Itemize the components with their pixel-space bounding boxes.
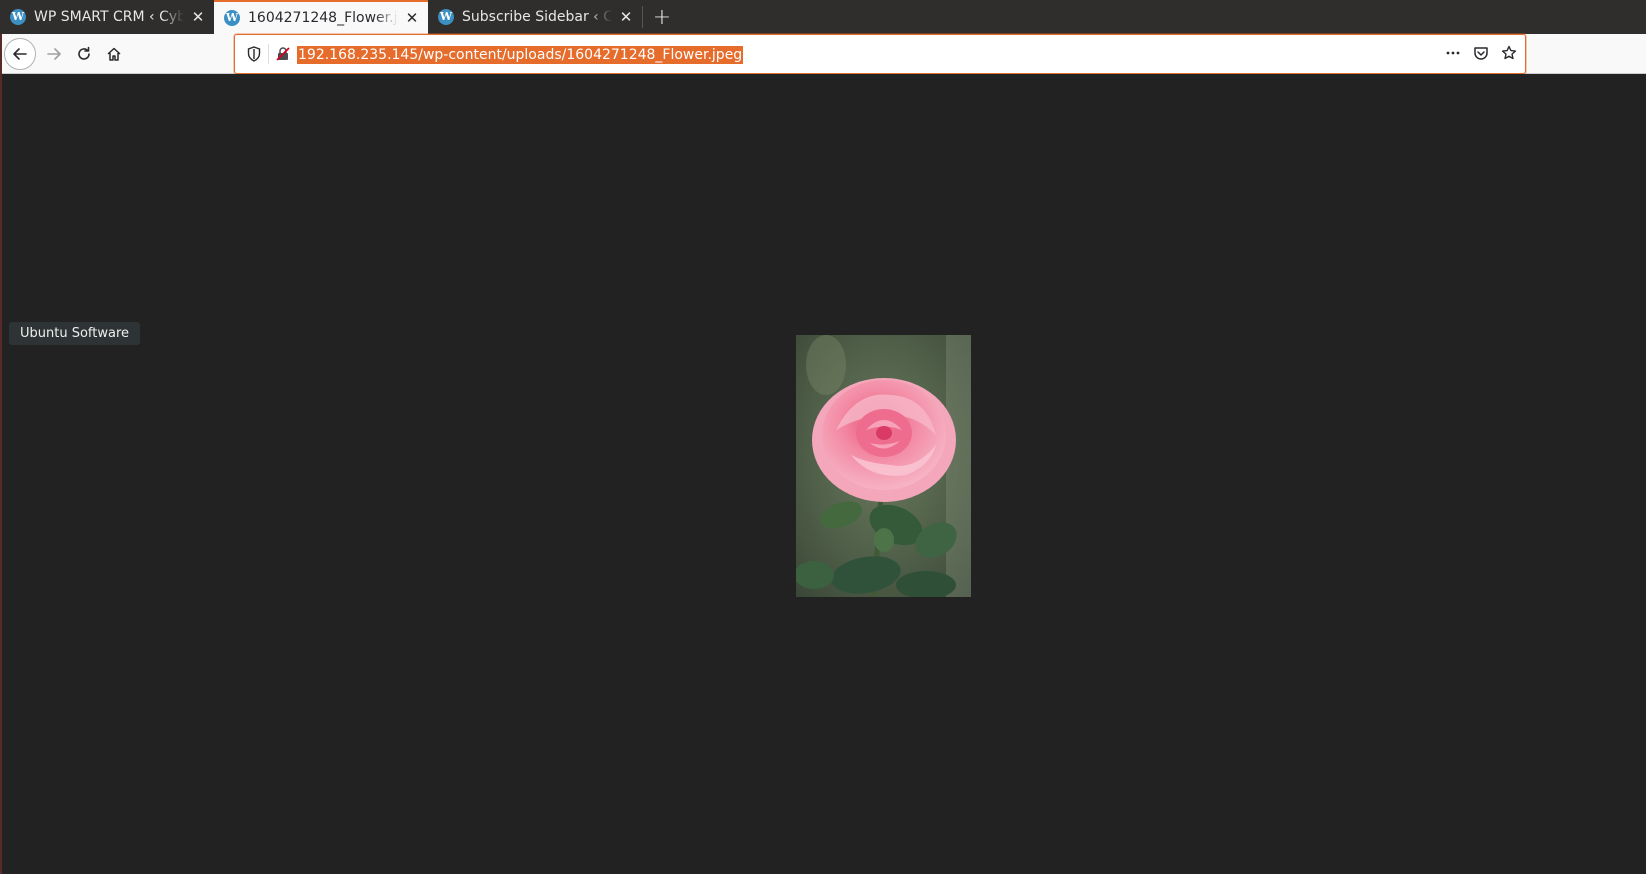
tab-wp-smart-crm[interactable]: W WP SMART CRM ‹ CyberP ✕ <box>0 0 214 34</box>
close-icon[interactable]: ✕ <box>190 9 206 25</box>
reload-button[interactable] <box>68 38 100 70</box>
wordpress-icon: W <box>224 10 240 26</box>
more-actions-icon[interactable] <box>1445 45 1461 61</box>
pocket-icon[interactable] <box>1473 45 1489 61</box>
pink-rose-image[interactable] <box>796 335 971 597</box>
forward-button[interactable] <box>38 38 70 70</box>
window-left-edge <box>0 34 2 874</box>
url-text[interactable]: 192.168.235.145/wp-content/uploads/16042… <box>297 46 744 64</box>
wordpress-icon: W <box>10 9 26 25</box>
tab-title: Subscribe Sidebar ‹ Cybe <box>462 9 612 25</box>
tab-strip: W WP SMART CRM ‹ CyberP ✕ W 1604271248_F… <box>0 0 1646 34</box>
tab-title: 1604271248_Flower.jpeg <box>248 10 398 26</box>
reload-icon <box>78 46 90 60</box>
back-button[interactable] <box>4 38 36 70</box>
navigation-toolbar: 192.168.235.145/wp-content/uploads/16042… <box>0 34 1646 74</box>
home-button[interactable] <box>98 38 130 70</box>
tab-flower-jpeg[interactable]: W 1604271248_Flower.jpeg ✕ <box>214 0 428 34</box>
tab-separator <box>642 6 643 28</box>
arrow-right-icon <box>47 48 61 60</box>
new-tab-button[interactable]: + <box>647 0 677 34</box>
page-actions <box>1445 45 1517 61</box>
insecure-connection-icon[interactable] <box>275 46 291 62</box>
close-icon[interactable]: ✕ <box>618 9 634 25</box>
close-icon[interactable]: ✕ <box>404 10 420 26</box>
url-bar[interactable]: 192.168.235.145/wp-content/uploads/16042… <box>234 34 1526 74</box>
tab-subscribe-sidebar[interactable]: W Subscribe Sidebar ‹ Cybe ✕ <box>428 0 642 34</box>
home-icon <box>107 47 121 61</box>
rose-photo-icon <box>796 335 971 597</box>
tracking-protection-shield-icon[interactable] <box>247 46 261 62</box>
arrow-left-icon <box>13 48 27 60</box>
url-bar-divider <box>268 44 269 64</box>
wordpress-icon: W <box>438 9 454 25</box>
dock-tooltip: Ubuntu Software <box>9 322 141 345</box>
tab-title: WP SMART CRM ‹ CyberP <box>34 9 184 25</box>
bookmark-star-icon[interactable] <box>1501 45 1517 61</box>
